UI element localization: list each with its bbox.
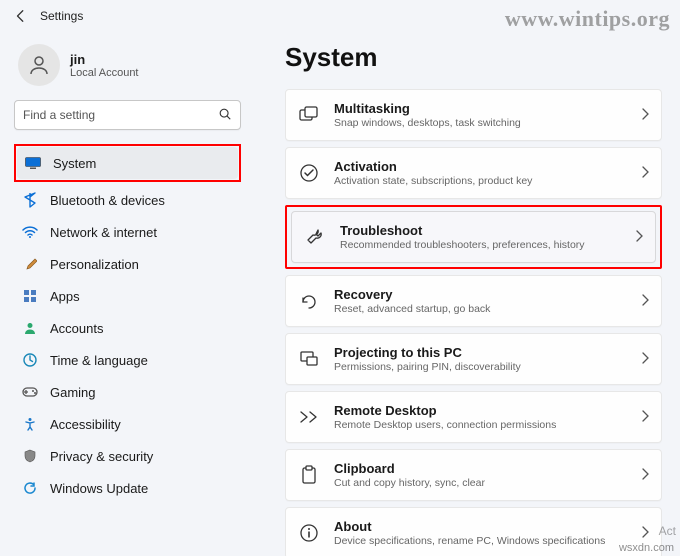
card-subtitle: Cut and copy history, sync, clear bbox=[334, 477, 641, 489]
card-subtitle: Snap windows, desktops, task switching bbox=[334, 117, 641, 129]
card-clipboard[interactable]: Clipboard Cut and copy history, sync, cl… bbox=[285, 449, 662, 501]
troubleshoot-icon bbox=[304, 226, 326, 248]
update-icon bbox=[22, 480, 38, 496]
sidebar-item-apps[interactable]: Apps bbox=[14, 280, 241, 312]
sidebar-item-label: Apps bbox=[50, 289, 80, 304]
sidebar-item-label: Network & internet bbox=[50, 225, 157, 240]
main-panel: System Multitasking Snap windows, deskto… bbox=[255, 32, 680, 556]
sidebar-item-gaming[interactable]: Gaming bbox=[14, 376, 241, 408]
card-title: About bbox=[334, 519, 641, 534]
card-multitasking[interactable]: Multitasking Snap windows, desktops, tas… bbox=[285, 89, 662, 141]
card-title: Troubleshoot bbox=[340, 223, 635, 238]
sidebar-item-windows-update[interactable]: Windows Update bbox=[14, 472, 241, 504]
wifi-icon bbox=[22, 224, 38, 240]
card-remote-desktop[interactable]: Remote Desktop Remote Desktop users, con… bbox=[285, 391, 662, 443]
nav-list: System Bluetooth & devices Network & int… bbox=[14, 144, 241, 504]
chevron-right-icon bbox=[641, 352, 649, 367]
apps-icon bbox=[22, 288, 38, 304]
sidebar-item-label: Windows Update bbox=[50, 481, 148, 496]
card-troubleshoot[interactable]: Troubleshoot Recommended troubleshooters… bbox=[291, 211, 656, 263]
card-title: Activation bbox=[334, 159, 641, 174]
bluetooth-icon bbox=[22, 192, 38, 208]
system-icon bbox=[25, 155, 41, 171]
chevron-right-icon bbox=[641, 108, 649, 123]
sidebar-item-label: Personalization bbox=[50, 257, 139, 272]
clipboard-icon bbox=[298, 464, 320, 486]
clock-globe-icon bbox=[22, 352, 38, 368]
sidebar-item-network[interactable]: Network & internet bbox=[14, 216, 241, 248]
sidebar-item-privacy[interactable]: Privacy & security bbox=[14, 440, 241, 472]
chevron-right-icon bbox=[641, 294, 649, 309]
card-subtitle: Device specifications, rename PC, Window… bbox=[334, 535, 641, 547]
chevron-right-icon bbox=[641, 410, 649, 425]
search-input[interactable] bbox=[23, 108, 218, 122]
sidebar-item-label: Bluetooth & devices bbox=[50, 193, 165, 208]
recovery-icon bbox=[298, 290, 320, 312]
sidebar-item-label: Accounts bbox=[50, 321, 103, 336]
profile-name: jin bbox=[70, 52, 139, 67]
card-title: Remote Desktop bbox=[334, 403, 641, 418]
search-icon bbox=[218, 107, 232, 124]
shield-icon bbox=[22, 448, 38, 464]
card-title: Multitasking bbox=[334, 101, 641, 116]
card-recovery[interactable]: Recovery Reset, advanced startup, go bac… bbox=[285, 275, 662, 327]
multitasking-icon bbox=[298, 104, 320, 126]
title-bar: Settings bbox=[0, 0, 680, 32]
sidebar-item-label: Accessibility bbox=[50, 417, 121, 432]
sidebar-item-label: Time & language bbox=[50, 353, 148, 368]
settings-cards: Multitasking Snap windows, desktops, tas… bbox=[285, 89, 662, 556]
sidebar-item-accessibility[interactable]: Accessibility bbox=[14, 408, 241, 440]
chevron-right-icon bbox=[635, 230, 643, 245]
card-about[interactable]: About Device specifications, rename PC, … bbox=[285, 507, 662, 556]
projecting-icon bbox=[298, 348, 320, 370]
person-icon bbox=[22, 320, 38, 336]
card-subtitle: Reset, advanced startup, go back bbox=[334, 303, 641, 315]
activation-icon bbox=[298, 162, 320, 184]
sidebar-item-time-language[interactable]: Time & language bbox=[14, 344, 241, 376]
profile-subtitle: Local Account bbox=[70, 67, 139, 79]
sidebar-item-system[interactable]: System bbox=[17, 147, 238, 179]
profile-block[interactable]: jin Local Account bbox=[18, 44, 241, 86]
sidebar: jin Local Account System bbox=[0, 32, 255, 556]
sidebar-item-label: System bbox=[53, 156, 96, 171]
highlight-system: System bbox=[14, 144, 241, 182]
accessibility-icon bbox=[22, 416, 38, 432]
chevron-right-icon bbox=[641, 526, 649, 541]
search-box[interactable] bbox=[14, 100, 241, 130]
sidebar-item-accounts[interactable]: Accounts bbox=[14, 312, 241, 344]
card-title: Projecting to this PC bbox=[334, 345, 641, 360]
avatar bbox=[18, 44, 60, 86]
card-subtitle: Recommended troubleshooters, preferences… bbox=[340, 239, 635, 251]
chevron-right-icon bbox=[641, 166, 649, 181]
gaming-icon bbox=[22, 384, 38, 400]
page-title: System bbox=[285, 42, 662, 73]
card-title: Clipboard bbox=[334, 461, 641, 476]
card-activation[interactable]: Activation Activation state, subscriptio… bbox=[285, 147, 662, 199]
sidebar-item-label: Gaming bbox=[50, 385, 96, 400]
card-title: Recovery bbox=[334, 287, 641, 302]
back-button[interactable] bbox=[12, 7, 30, 25]
remote-desktop-icon bbox=[298, 406, 320, 428]
sidebar-item-personalization[interactable]: Personalization bbox=[14, 248, 241, 280]
brush-icon bbox=[22, 256, 38, 272]
sidebar-item-bluetooth[interactable]: Bluetooth & devices bbox=[14, 184, 241, 216]
card-projecting[interactable]: Projecting to this PC Permissions, pairi… bbox=[285, 333, 662, 385]
info-icon bbox=[298, 522, 320, 544]
app-title: Settings bbox=[40, 9, 83, 23]
chevron-right-icon bbox=[641, 468, 649, 483]
sidebar-item-label: Privacy & security bbox=[50, 449, 153, 464]
card-subtitle: Activation state, subscriptions, product… bbox=[334, 175, 641, 187]
highlight-troubleshoot: Troubleshoot Recommended troubleshooters… bbox=[285, 205, 662, 269]
card-subtitle: Remote Desktop users, connection permiss… bbox=[334, 419, 641, 431]
card-subtitle: Permissions, pairing PIN, discoverabilit… bbox=[334, 361, 641, 373]
